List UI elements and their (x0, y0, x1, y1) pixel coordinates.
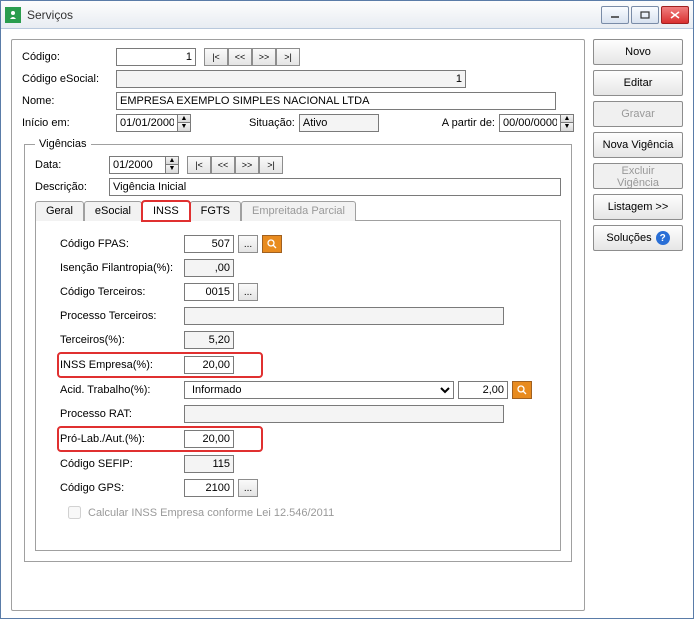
nav-prev-button[interactable]: << (228, 48, 252, 66)
vig-data-spinner[interactable]: ▲▼ (109, 156, 179, 174)
listagem-button[interactable]: Listagem >> (593, 194, 683, 220)
codigo-terceiros-lookup-button[interactable]: ... (238, 283, 258, 301)
inicio-date-spinner[interactable]: ▲▼ (116, 114, 191, 132)
nav-first-button[interactable]: |< (204, 48, 228, 66)
vig-descricao-label: Descrição: (35, 181, 105, 193)
vigencias-fieldset: Vigências Data: ▲▼ |< << >> >| Descrição… (24, 138, 572, 562)
acid-trabalho-label: Acid. Trabalho(%): (60, 384, 180, 396)
tab-geral[interactable]: Geral (35, 201, 84, 221)
acid-trabalho-select[interactable]: Informado (184, 381, 454, 399)
main-panel: Código: |< << >> >| Código eSocial: Nome… (11, 39, 585, 611)
tab-fgts[interactable]: FGTS (190, 201, 241, 221)
vig-data-input[interactable] (110, 157, 165, 173)
nav-last-button[interactable]: >| (276, 48, 300, 66)
situacao-input (299, 114, 379, 132)
calc-inss-checkbox (68, 506, 81, 519)
spin-up-icon[interactable]: ▲ (177, 115, 190, 123)
codigo-fpas-lookup-button[interactable]: ... (238, 235, 258, 253)
solucoes-button[interactable]: Soluções ? (593, 225, 683, 251)
nav-next-button[interactable]: >> (252, 48, 276, 66)
inicio-label: Início em: (22, 117, 112, 129)
app-icon (5, 7, 21, 23)
codigo-esocial-label: Código eSocial: (22, 73, 112, 85)
close-button[interactable] (661, 6, 689, 24)
gravar-button: Gravar (593, 101, 683, 127)
vig-descricao-input[interactable] (109, 178, 561, 196)
terceiros-pct-label: Terceiros(%): (60, 334, 180, 346)
solucoes-label: Soluções (606, 232, 651, 244)
codigo-gps-label: Código GPS: (60, 482, 180, 494)
inicio-date-input[interactable] (117, 115, 177, 131)
codigo-gps-input[interactable] (184, 479, 234, 497)
codigo-terceiros-input[interactable] (184, 283, 234, 301)
nome-label: Nome: (22, 95, 112, 107)
search-icon (517, 385, 527, 395)
spin-up-icon[interactable]: ▲ (165, 157, 178, 165)
processo-rat-input (184, 405, 504, 423)
spin-down-icon[interactable]: ▼ (177, 123, 190, 131)
spin-down-icon[interactable]: ▼ (560, 123, 573, 131)
isencao-input (184, 259, 234, 277)
tab-esocial[interactable]: eSocial (84, 201, 142, 221)
tab-empreitada: Empreitada Parcial (241, 201, 356, 221)
codigo-input[interactable] (116, 48, 196, 66)
window-title: Serviços (27, 8, 601, 22)
search-icon (267, 239, 277, 249)
codigo-terceiros-label: Código Terceiros: (60, 286, 180, 298)
codigo-sefip-input (184, 455, 234, 473)
vig-nav-first-button[interactable]: |< (187, 156, 211, 174)
isencao-label: Isenção Filantropia(%): (60, 262, 180, 274)
codigo-fpas-label: Código FPAS: (60, 238, 180, 250)
inss-empresa-input[interactable] (184, 356, 234, 374)
codigo-fpas-search-button[interactable] (262, 235, 282, 253)
processo-terceiros-input (184, 307, 504, 325)
vig-nav-prev-button[interactable]: << (211, 156, 235, 174)
calc-inss-label: Calcular INSS Empresa conforme Lei 12.54… (88, 507, 334, 519)
vig-nav-last-button[interactable]: >| (259, 156, 283, 174)
spin-up-icon[interactable]: ▲ (560, 115, 573, 123)
prolab-label: Pró-Lab./Aut.(%): (60, 433, 180, 445)
codigo-sefip-label: Código SEFIP: (60, 458, 180, 470)
tabs: Geral eSocial INSS FGTS Empreitada Parci… (35, 200, 561, 221)
acid-trabalho-search-button[interactable] (512, 381, 532, 399)
terceiros-pct-input (184, 331, 234, 349)
nova-vigencia-button[interactable]: Nova Vigência (593, 132, 683, 158)
minimize-button[interactable] (601, 6, 629, 24)
maximize-button[interactable] (631, 6, 659, 24)
apartir-date-spinner[interactable]: ▲▼ (499, 114, 574, 132)
sidebar: Novo Editar Gravar Nova Vigência Excluir… (593, 39, 683, 611)
nome-input[interactable] (116, 92, 556, 110)
apartir-label: A partir de: (442, 117, 495, 129)
novo-button[interactable]: Novo (593, 39, 683, 65)
titlebar: Serviços (1, 1, 693, 29)
codigo-fpas-input[interactable] (184, 235, 234, 253)
codigo-esocial-input (116, 70, 466, 88)
situacao-label: Situação: (249, 117, 295, 129)
vig-data-label: Data: (35, 159, 105, 171)
tab-panel-inss: Código FPAS: ... Isenção Filantropia(%):… (35, 221, 561, 551)
spin-down-icon[interactable]: ▼ (165, 165, 178, 173)
editar-button[interactable]: Editar (593, 70, 683, 96)
tab-inss[interactable]: INSS (142, 201, 190, 221)
codigo-gps-lookup-button[interactable]: ... (238, 479, 258, 497)
help-icon: ? (656, 231, 670, 245)
processo-rat-label: Processo RAT: (60, 408, 180, 420)
processo-terceiros-label: Processo Terceiros: (60, 310, 180, 322)
vigencias-legend: Vigências (35, 138, 91, 150)
inss-empresa-label: INSS Empresa(%): (60, 359, 180, 371)
prolab-input[interactable] (184, 430, 234, 448)
apartir-date-input[interactable] (500, 115, 560, 131)
vig-nav-next-button[interactable]: >> (235, 156, 259, 174)
excluir-vigencia-button: Excluir Vigência (593, 163, 683, 189)
codigo-label: Código: (22, 51, 112, 63)
acid-trabalho-value-input[interactable] (458, 381, 508, 399)
